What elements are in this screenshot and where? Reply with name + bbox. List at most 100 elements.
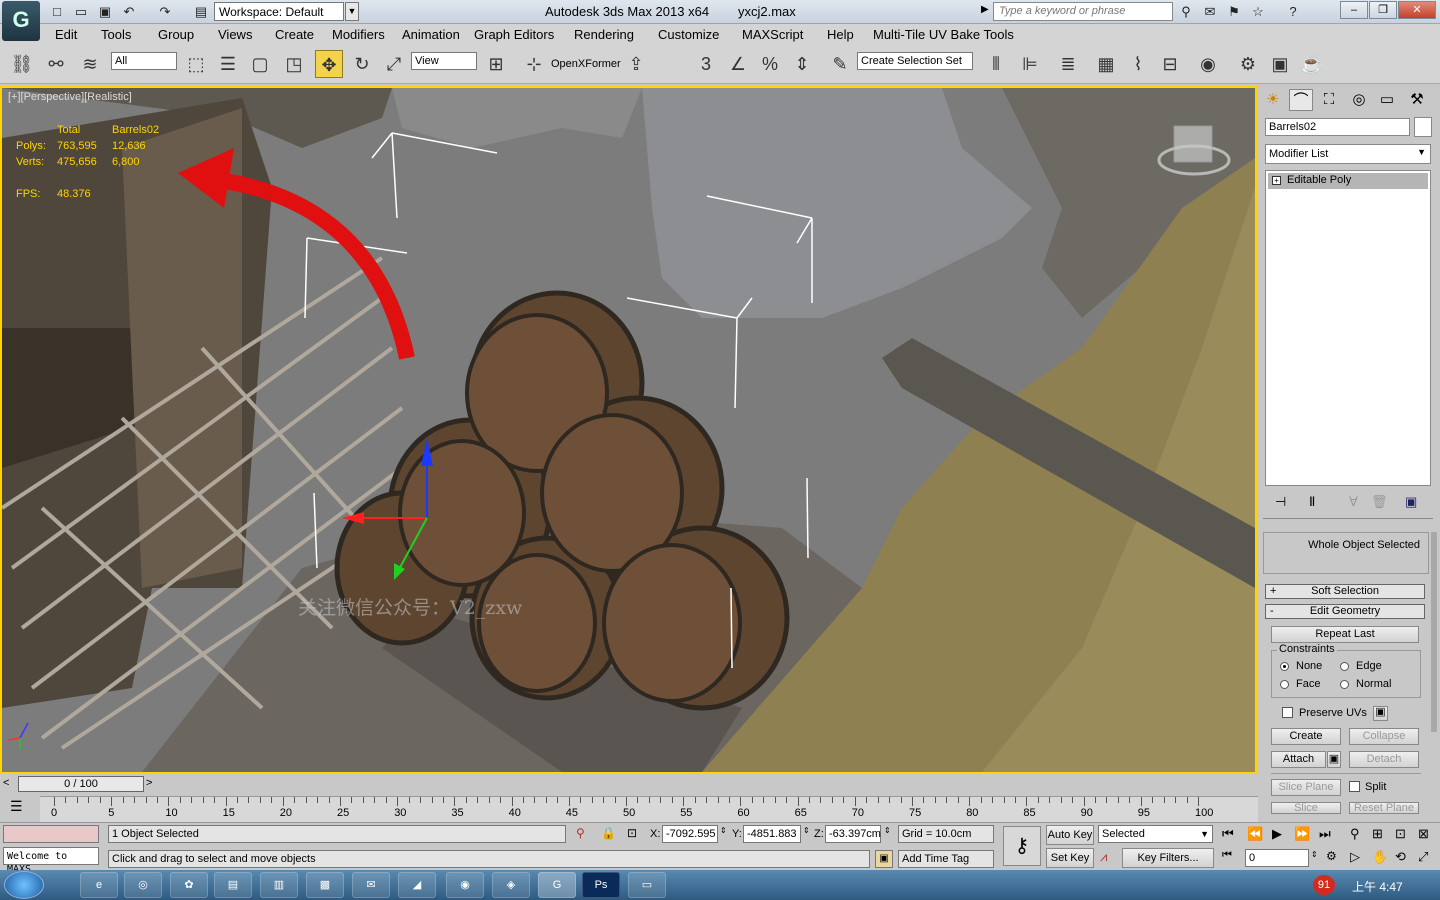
workspace-dropdown[interactable]: Workspace: Default [214,2,344,21]
play-icon[interactable]: ▶ [981,4,989,15]
absolute-mode-icon[interactable]: ⊡ [627,826,637,840]
menu-tools[interactable]: Tools [101,27,131,42]
edit-geometry-rollout[interactable]: - Edit Geometry [1265,604,1425,619]
spinner-snap-icon[interactable]: ⇕ [788,50,816,78]
menu-edit[interactable]: Edit [55,27,77,42]
add-time-tag-button[interactable]: Add Time Tag [898,850,994,868]
make-unique-icon[interactable]: ∀ [1349,494,1358,510]
isolate-selection-icon[interactable]: ⚲ [576,826,585,840]
preserve-uvs-checkbox[interactable] [1282,707,1293,718]
design-app-icon[interactable]: ◢ [398,872,436,898]
panel-scrollbar[interactable] [1431,532,1437,732]
current-frame-field[interactable]: 0 [1245,849,1309,867]
slice-button[interactable]: Slice [1271,802,1341,814]
zoom-extents-all-icon[interactable]: ⊠ [1418,826,1429,842]
menu-customize[interactable]: Customize [658,27,719,42]
orbit-icon[interactable]: ⟲ [1395,849,1406,865]
time-configuration-icon[interactable]: ⚙ [1326,849,1337,863]
time-slider[interactable]: 0 / 100 [18,776,144,792]
start-button[interactable] [4,871,44,899]
expand-icon[interactable]: + [1272,176,1281,185]
maxscript-output[interactable]: Welcome to MAXS [3,847,99,875]
angle-snap-icon[interactable]: ∠ [724,50,752,78]
new-file-icon[interactable]: □ [48,3,66,21]
key-filters-button[interactable]: Key Filters... [1122,848,1214,868]
select-and-scale-icon[interactable]: ⤢ [380,50,408,78]
rendered-frame-window-icon[interactable]: ▣ [1266,50,1294,78]
layer-manager-icon[interactable]: ≣ [1054,50,1082,78]
motion-tab-icon[interactable]: ◎ [1347,89,1371,111]
auto-key-button[interactable]: Auto Key [1046,825,1094,845]
zoom-all-icon[interactable]: ⊞ [1372,826,1383,842]
window-crossing-icon[interactable]: ◳ [280,50,308,78]
schematic-view-icon[interactable]: ⊟ [1156,50,1184,78]
notification-badge[interactable]: 91 [1313,875,1335,895]
search-input[interactable]: Type a keyword or phrase [993,2,1173,21]
explorer-icon[interactable]: ▤ [214,872,252,898]
pivot-center-icon[interactable]: ⊞ [482,50,510,78]
constraint-edge-radio[interactable] [1340,662,1349,671]
y-coordinate-field[interactable]: -4851.883 [743,825,801,843]
attach-button[interactable]: Attach [1271,751,1326,768]
favorites-icon[interactable]: ⚑ [1225,3,1243,21]
track-bar[interactable]: 0 5 10 15 20 25 30 35 40 45 50 55 60 65 70 75 80 85 90 95 10… [40,796,1258,822]
go-to-end-icon[interactable]: ⏭ [1319,826,1331,842]
zoom-extents-icon[interactable]: ⊡ [1395,826,1406,842]
split-checkbox[interactable] [1349,781,1360,792]
display-tab-icon[interactable]: ▭ [1375,89,1399,111]
star-icon[interactable]: ☆ [1249,3,1267,21]
select-manipulate-icon[interactable]: ⊹ [520,50,548,78]
ie-icon[interactable]: e [80,872,118,898]
graphite-ribbon-icon[interactable]: ▦ [1092,50,1120,78]
video-app-icon[interactable]: ▩ [306,872,344,898]
menu-multi-tile-uv-bake[interactable]: Multi-Tile UV Bake Tools [873,27,1014,42]
unity-icon[interactable]: ◈ [492,872,530,898]
snaps-toggle-icon[interactable]: 3 [692,50,720,78]
zoom-icon[interactable]: ⚲ [1350,826,1360,842]
menu-help[interactable]: Help [827,27,854,42]
minimize-button[interactable]: – [1340,1,1368,19]
menu-create[interactable]: Create [275,27,314,42]
time-tag-icon[interactable]: ▣ [875,850,893,868]
key-filters-graph-icon[interactable]: ⩘ [1100,849,1107,865]
named-selection-set-dropdown[interactable]: Create Selection Set [857,52,973,70]
openxformer-button[interactable]: OpenXFormer [551,58,621,70]
unlink-icon[interactable]: ⚯ [42,50,70,78]
mini-curve-editor-icon[interactable]: ☰ [10,798,23,815]
select-and-rotate-icon[interactable]: ↻ [348,50,376,78]
notepad-icon[interactable]: ▭ [628,872,666,898]
soft-selection-rollout[interactable]: + Soft Selection [1265,584,1425,599]
system-clock[interactable]: 上午 4:47 [1352,878,1403,895]
mail-app-icon[interactable]: ✉ [352,872,390,898]
chevron-down-icon[interactable]: ▼ [345,2,359,21]
selection-filter-dropdown[interactable]: All [111,52,177,70]
save-file-icon[interactable]: ▣ [96,3,114,21]
3dsmax-task-icon[interactable]: G [538,872,576,898]
stack-item-editable-poly[interactable]: + Editable Poly [1268,173,1428,189]
configure-modifier-sets-icon[interactable]: ▣ [1405,494,1417,510]
frame-spinner-icon[interactable]: ⇕ [1311,850,1318,859]
viewport-label[interactable]: [+][Perspective][Realistic] [8,91,132,103]
project-folder-icon[interactable]: ▤ [192,3,210,21]
maxscript-listener-input[interactable] [3,825,99,843]
mirror-icon[interactable]: ⫴ [982,50,1010,78]
z-coordinate-field[interactable]: -63.397cm [825,825,881,843]
next-frame-icon[interactable]: ⏩ [1294,826,1310,842]
modify-tab-icon[interactable]: ⌒ [1289,89,1313,111]
curve-editor-icon[interactable]: ⌇ [1124,50,1152,78]
bind-space-warp-icon[interactable]: ≋ [76,50,104,78]
redo-icon[interactable]: ↷ [156,3,174,21]
collapse-button[interactable]: Collapse [1349,728,1419,745]
constraint-none-radio[interactable] [1280,662,1289,671]
prev-frame-arrow-icon[interactable]: < [3,777,9,789]
hierarchy-tab-icon[interactable]: ⛶ [1317,89,1341,111]
utilities-tab-icon[interactable]: ⚒ [1405,89,1429,111]
reset-plane-button[interactable]: Reset Plane [1349,802,1419,814]
modifier-stack[interactable]: + Editable Poly [1265,170,1431,486]
render-setup-icon[interactable]: ⚙ [1234,50,1262,78]
menu-group[interactable]: Group [158,27,194,42]
edit-named-selection-icon[interactable]: ✎ [826,50,854,78]
set-key-icon[interactable]: ⚷ [1003,826,1041,866]
z-spinner-icon[interactable]: ⇕ [884,826,891,835]
key-mode-toggle-icon[interactable]: ⏮ [1222,849,1232,862]
